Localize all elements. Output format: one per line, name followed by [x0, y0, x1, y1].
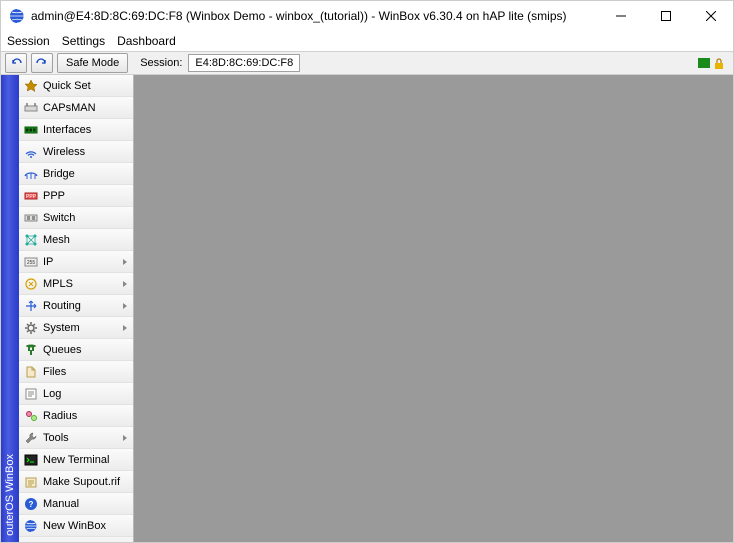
close-button[interactable]	[688, 1, 733, 31]
sidebar-item-tools[interactable]: Tools	[19, 427, 133, 449]
maximize-button[interactable]	[643, 1, 688, 31]
content-area	[134, 75, 733, 542]
title-text: admin@E4:8D:8C:69:DC:F8 (Winbox Demo - w…	[31, 9, 598, 23]
interfaces-icon	[23, 122, 39, 138]
sidebar-item-new-terminal[interactable]: New Terminal	[19, 449, 133, 471]
system-icon	[23, 320, 39, 336]
minimize-button[interactable]	[598, 1, 643, 31]
session-value: E4:8D:8C:69:DC:F8	[188, 54, 300, 72]
sidebar-item-label: System	[43, 322, 80, 334]
routing-icon	[23, 298, 39, 314]
submenu-arrow-icon	[121, 258, 129, 266]
sidebar-item-label: CAPsMAN	[43, 102, 96, 114]
svg-text:255: 255	[27, 260, 36, 266]
sidebar-item-make-supout-rif[interactable]: Make Supout.rif	[19, 471, 133, 493]
terminal-icon	[23, 452, 39, 468]
sidebar-item-manual[interactable]: ? Manual	[19, 493, 133, 515]
mpls-icon	[23, 276, 39, 292]
sidebar-item-system[interactable]: System	[19, 317, 133, 339]
sidebar-item-label: PPP	[43, 190, 65, 202]
sidebar-item-label: Make Supout.rif	[43, 476, 120, 488]
quickset-icon	[23, 78, 39, 94]
sidebar-item-queues[interactable]: Queues	[19, 339, 133, 361]
sidebar-item-label: Queues	[43, 344, 82, 356]
title-bar: admin@E4:8D:8C:69:DC:F8 (Winbox Demo - w…	[1, 1, 733, 31]
redo-button[interactable]	[31, 53, 53, 73]
sidebar-item-label: Files	[43, 366, 66, 378]
sidebar-item-routing[interactable]: Routing	[19, 295, 133, 317]
sidebar-item-mesh[interactable]: Mesh	[19, 229, 133, 251]
sidebar-item-label: Log	[43, 388, 61, 400]
main-body: outerOS WinBox Quick Set CAPsMAN Interface…	[1, 75, 733, 542]
sidebar-item-log[interactable]: Log	[19, 383, 133, 405]
app-icon	[9, 8, 25, 24]
menu-bar: Session Settings Dashboard	[1, 31, 733, 51]
sidebar-item-label: Radius	[43, 410, 77, 422]
winbox-icon	[23, 518, 39, 534]
log-icon	[23, 386, 39, 402]
sidebar-item-capsman[interactable]: CAPsMAN	[19, 97, 133, 119]
toolbar: Safe Mode Session: E4:8D:8C:69:DC:F8	[1, 51, 733, 75]
sidebar-item-ip[interactable]: 255 IP	[19, 251, 133, 273]
bridge-icon	[23, 166, 39, 182]
sidebar: Quick Set CAPsMAN Interfaces Wireless Bridge…	[19, 75, 134, 542]
sidebar-item-label: Routing	[43, 300, 81, 312]
queues-icon	[23, 342, 39, 358]
submenu-arrow-icon	[121, 324, 129, 332]
files-icon	[23, 364, 39, 380]
window-controls	[598, 1, 733, 31]
sidebar-item-label: IP	[43, 256, 53, 268]
sidebar-item-ppp[interactable]: PPP PPP	[19, 185, 133, 207]
svg-text:?: ?	[29, 500, 34, 509]
vertical-tab-label: outerOS WinBox	[4, 454, 16, 536]
sidebar-item-wireless[interactable]: Wireless	[19, 141, 133, 163]
submenu-arrow-icon	[121, 302, 129, 310]
ppp-icon: PPP	[23, 188, 39, 204]
sidebar-item-label: Switch	[43, 212, 75, 224]
sidebar-item-label: New Terminal	[43, 454, 109, 466]
capsman-icon	[23, 100, 39, 116]
sidebar-item-mpls[interactable]: MPLS	[19, 273, 133, 295]
submenu-arrow-icon	[121, 280, 129, 288]
sidebar-item-bridge[interactable]: Bridge	[19, 163, 133, 185]
sidebar-item-label: MPLS	[43, 278, 73, 290]
sidebar-item-label: Tools	[43, 432, 69, 444]
mesh-icon	[23, 232, 39, 248]
sidebar-item-interfaces[interactable]: Interfaces	[19, 119, 133, 141]
sidebar-item-radius[interactable]: Radius	[19, 405, 133, 427]
sidebar-item-label: New WinBox	[43, 520, 106, 532]
radius-icon	[23, 408, 39, 424]
menu-dashboard[interactable]: Dashboard	[117, 34, 176, 48]
session-label: Session:	[140, 57, 182, 69]
sidebar-item-files[interactable]: Files	[19, 361, 133, 383]
sidebar-item-switch[interactable]: Switch	[19, 207, 133, 229]
sidebar-item-label: Manual	[43, 498, 79, 510]
menu-settings[interactable]: Settings	[62, 34, 105, 48]
sidebar-item-new-winbox[interactable]: New WinBox	[19, 515, 133, 537]
wireless-icon	[23, 144, 39, 160]
supout-icon	[23, 474, 39, 490]
vertical-tab[interactable]: outerOS WinBox	[1, 75, 19, 542]
switch-icon	[23, 210, 39, 226]
submenu-arrow-icon	[121, 434, 129, 442]
sidebar-item-label: Mesh	[43, 234, 70, 246]
svg-text:PPP: PPP	[26, 194, 37, 200]
ip-icon: 255	[23, 254, 39, 270]
safe-mode-button[interactable]: Safe Mode	[57, 53, 128, 73]
status-indicator-green	[698, 58, 710, 68]
tools-icon	[23, 430, 39, 446]
undo-button[interactable]	[5, 53, 27, 73]
sidebar-item-label: Wireless	[43, 146, 85, 158]
sidebar-item-label: Interfaces	[43, 124, 91, 136]
menu-session[interactable]: Session	[7, 34, 50, 48]
sidebar-item-label: Bridge	[43, 168, 75, 180]
sidebar-item-quick-set[interactable]: Quick Set	[19, 75, 133, 97]
sidebar-item-label: Quick Set	[43, 80, 91, 92]
manual-icon: ?	[23, 496, 39, 512]
lock-icon	[713, 58, 725, 68]
